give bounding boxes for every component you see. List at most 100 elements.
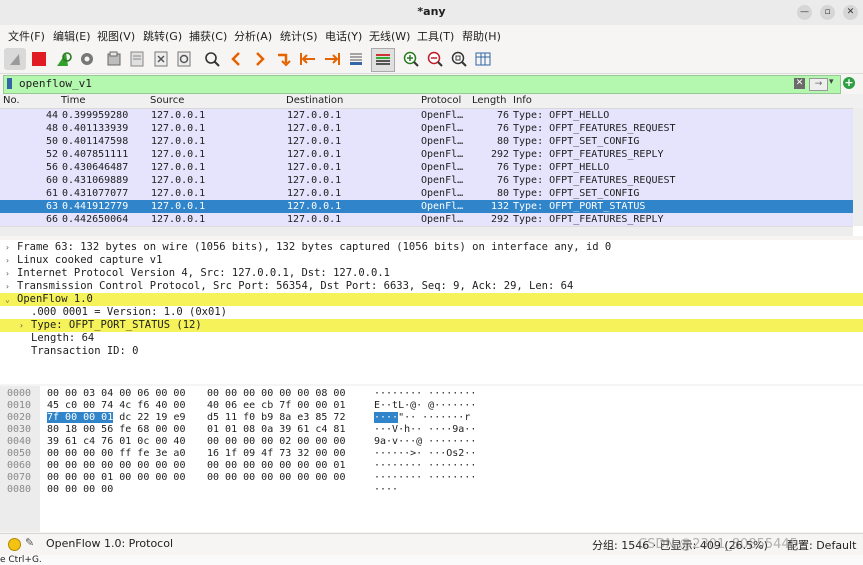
close-file-icon[interactable] — [150, 48, 172, 70]
zoom-in-icon[interactable] — [400, 48, 422, 70]
vertical-scrollbar[interactable] — [853, 108, 863, 226]
packet-row[interactable]: 44 0.399959280 127.0.0.1 127.0.0.1 OpenFl… 76… — [0, 109, 853, 122]
packet-row[interactable]: 48 0.401133939 127.0.0.1 127.0.0.1 OpenFl… 76… — [0, 122, 853, 135]
expand-arrow-icon[interactable]: › — [19, 319, 24, 332]
packet-row[interactable]: 52 0.407851111 127.0.0.1 127.0.0.1 OpenFl… 29… — [0, 148, 853, 161]
menu-go[interactable]: 跳转(G) — [143, 28, 182, 44]
expand-arrow-icon[interactable]: › — [5, 254, 10, 267]
restart-icon[interactable] — [52, 48, 74, 70]
menu-file[interactable]: 文件(F) — [8, 28, 45, 44]
reload-icon[interactable] — [173, 48, 195, 70]
hex-line[interactable]: 0060 00 00 00 00 00 00 00 00 00 00 00 00 0… — [0, 460, 863, 472]
resize-columns-icon[interactable] — [472, 48, 494, 70]
close-button[interactable]: ✕ — [843, 5, 858, 20]
detail-line[interactable]: .000 0001 = Version: 1.0 (0x01) — [0, 306, 863, 319]
column-header-length[interactable]: Length — [472, 95, 507, 106]
expert-info-icon[interactable] — [8, 538, 21, 551]
zoom-normal-icon[interactable] — [448, 48, 470, 70]
packet-bytes[interactable]: 0000 00 00 03 04 00 06 00 00 00 00 00 00 0… — [0, 386, 863, 532]
maximize-button[interactable]: ▫ — [820, 5, 835, 20]
title-bar: *any — ▫ ✕ — [0, 0, 863, 25]
display-filter-input[interactable]: openflow_v1 — [19, 77, 92, 90]
first-icon[interactable] — [297, 48, 319, 70]
detail-line[interactable]: › Linux cooked capture v1 — [0, 254, 863, 267]
display-filter-bar[interactable]: openflow_v1 ✕ → ▾ — [3, 75, 841, 94]
detail-line[interactable]: Length: 64 — [0, 332, 863, 345]
cell-destination: 127.0.0.1 — [287, 175, 342, 186]
detail-line[interactable]: › Type: OFPT_PORT_STATUS (12) — [0, 319, 863, 332]
column-header-info[interactable]: Info — [513, 95, 532, 106]
packet-row[interactable]: 66 0.442650064 127.0.0.1 127.0.0.1 OpenFl… 29… — [0, 213, 853, 226]
menu-view[interactable]: 视图(V) — [97, 28, 135, 44]
goto-icon[interactable] — [273, 48, 295, 70]
hex-bytes: 00 00 03 04 00 06 00 00 — [47, 388, 186, 399]
menu-statistics[interactable]: 统计(S) — [280, 28, 318, 44]
find-icon[interactable] — [201, 48, 223, 70]
hex-line[interactable]: 0080 00 00 00 00 ···· — [0, 484, 863, 496]
detail-line[interactable]: › Frame 63: 132 bytes on wire (1056 bits)… — [0, 241, 863, 254]
packet-row[interactable]: 50 0.401147598 127.0.0.1 127.0.0.1 OpenFl… 80… — [0, 135, 853, 148]
last-icon[interactable] — [321, 48, 343, 70]
clear-filter-icon[interactable]: ✕ — [794, 78, 805, 89]
packet-row[interactable]: 60 0.431069889 127.0.0.1 127.0.0.1 OpenFl… 76… — [0, 174, 853, 187]
packet-row[interactable]: 56 0.430646487 127.0.0.1 127.0.0.1 OpenFl… 76… — [0, 161, 853, 174]
horizontal-scrollbar[interactable] — [0, 226, 853, 236]
hex-bytes: 16 1f 09 4f 73 32 00 00 — [207, 448, 346, 459]
minimize-button[interactable]: — — [797, 5, 812, 20]
menu-help[interactable]: 帮助(H) — [462, 28, 501, 44]
menu-telephony[interactable]: 电话(Y) — [325, 28, 362, 44]
zoom-out-icon[interactable] — [424, 48, 446, 70]
cell-source: 127.0.0.1 — [151, 201, 206, 212]
hex-line[interactable]: 0000 00 00 03 04 00 06 00 00 00 00 00 00 0… — [0, 388, 863, 400]
detail-line[interactable]: › Internet Protocol Version 4, Src: 127.0… — [0, 267, 863, 280]
packet-row[interactable]: 61 0.431077077 127.0.0.1 127.0.0.1 OpenFl… 80… — [0, 187, 853, 200]
back-icon[interactable] — [225, 48, 247, 70]
menu-wireless[interactable]: 无线(W) — [369, 28, 410, 44]
bookmark-icon[interactable] — [7, 78, 12, 89]
hex-line[interactable]: 0030 80 18 00 56 fe 68 00 00 01 01 08 0a 3… — [0, 424, 863, 436]
detail-line[interactable]: › Transmission Control Protocol, Src Port… — [0, 280, 863, 293]
hex-line[interactable]: 0050 00 00 00 00 ff fe 3e a0 16 1f 09 4f 7… — [0, 448, 863, 460]
column-header-no[interactable]: No. — [3, 95, 20, 106]
column-header-protocol[interactable]: Protocol — [421, 95, 461, 106]
hex-bytes: 00 00 00 00 00 00 00 00 — [207, 472, 346, 483]
autoscroll-icon[interactable] — [345, 48, 367, 70]
expand-arrow-icon[interactable]: › — [5, 280, 10, 293]
colorize-icon[interactable] — [371, 48, 395, 72]
cell-no: 52 — [45, 149, 58, 160]
menu-edit[interactable]: 编辑(E) — [53, 28, 91, 44]
cell-no: 48 — [45, 123, 58, 134]
hex-line[interactable]: 0040 39 61 c4 76 01 0c 00 40 00 00 00 00 0… — [0, 436, 863, 448]
packet-row[interactable]: 63 0.441912779 127.0.0.1 127.0.0.1 OpenFl… 13… — [0, 200, 853, 213]
hex-bytes: 00 00 00 01 00 00 00 00 — [47, 472, 186, 483]
add-filter-button-icon[interactable]: + — [843, 77, 855, 89]
cell-time: 0.430646487 — [62, 162, 129, 173]
filter-history-dropdown-icon[interactable]: ▾ — [829, 77, 834, 87]
column-header-destination[interactable]: Destination — [286, 95, 343, 106]
expand-arrow-icon[interactable]: › — [5, 241, 10, 254]
packet-details[interactable]: › Frame 63: 132 bytes on wire (1056 bits)… — [0, 240, 863, 384]
expand-arrow-icon[interactable]: › — [5, 267, 10, 280]
edit-comment-icon[interactable]: ✎ — [25, 536, 34, 549]
open-file-icon[interactable] — [103, 48, 125, 70]
packet-list[interactable]: No. Time Source Destination Protocol Len… — [0, 94, 863, 236]
detail-line[interactable]: Transaction ID: 0 — [0, 345, 863, 358]
menu-capture[interactable]: 捕获(C) — [189, 28, 227, 44]
menu-tools[interactable]: 工具(T) — [417, 28, 454, 44]
column-header-source[interactable]: Source — [150, 95, 184, 106]
hex-ascii: E··tL·@· @······· — [374, 400, 477, 411]
menu-analyze[interactable]: 分析(A) — [234, 28, 272, 44]
column-header-time[interactable]: Time — [61, 95, 85, 106]
apply-filter-icon[interactable]: → — [809, 78, 828, 91]
stop-icon[interactable] — [28, 48, 50, 70]
save-file-icon[interactable] — [126, 48, 148, 70]
forward-icon[interactable] — [249, 48, 271, 70]
hex-line[interactable]: 0010 45 c0 00 74 4c f6 40 00 40 06 ee cb 7… — [0, 400, 863, 412]
collapse-arrow-icon[interactable]: ⌄ — [5, 293, 10, 306]
cell-time: 0.431077077 — [62, 188, 129, 199]
shark-fin-start-icon[interactable] — [4, 48, 26, 70]
detail-line[interactable]: ⌄ OpenFlow 1.0 — [0, 293, 863, 306]
options-gear-icon[interactable] — [76, 48, 98, 70]
hex-line[interactable]: 0070 00 00 00 01 00 00 00 00 00 00 00 00 0… — [0, 472, 863, 484]
hex-line[interactable]: 0020 7f 00 00 01 dc 22 19 e9 d5 11 f0 b9 8… — [0, 412, 863, 424]
